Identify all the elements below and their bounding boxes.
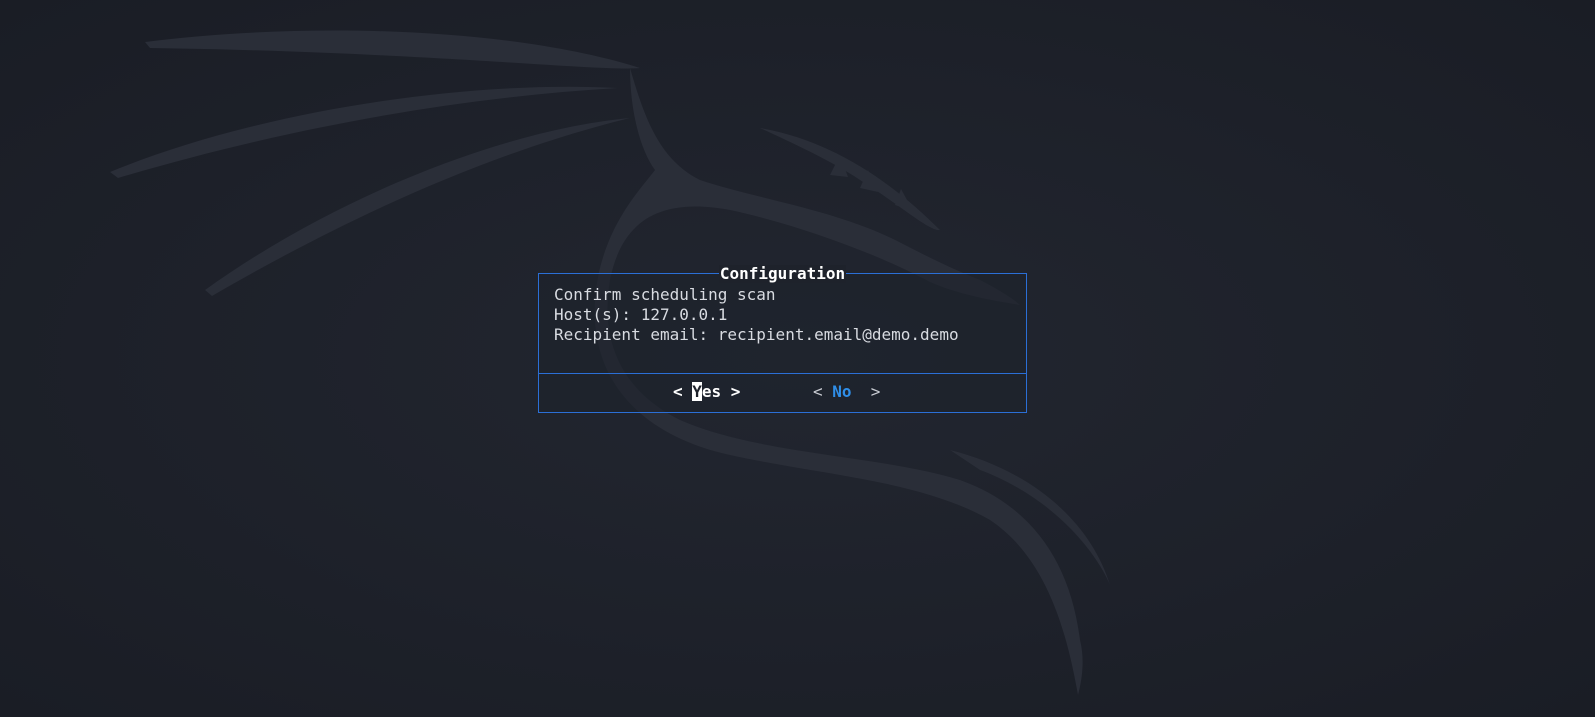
dialog-message: Confirm scheduling scan Host(s): 127.0.0.… (554, 285, 1011, 345)
yes-button-label-rest: es (701, 382, 722, 401)
dialog-button-row: < Yes > < No > (539, 378, 1026, 406)
yes-button-right-bracket: > (721, 382, 741, 401)
message-line-confirm: Confirm scheduling scan (554, 285, 776, 304)
yes-button[interactable]: < Yes > (673, 378, 740, 406)
no-button-right-bracket: > (851, 382, 881, 401)
no-button-left-bracket: < (813, 382, 833, 401)
dialog-title-bar: Configuration (539, 265, 1026, 283)
message-line-recipient: Recipient email: recipient.email@demo.de… (554, 325, 959, 344)
yes-button-left-bracket: < (673, 382, 693, 401)
no-button[interactable]: < No > (813, 378, 880, 406)
dialog-title: Configuration (718, 264, 847, 283)
no-button-label: No (832, 382, 852, 401)
confirm-dialog: Configuration Confirm scheduling scan Hos… (538, 265, 1027, 413)
dialog-divider (539, 373, 1026, 374)
message-line-hosts: Host(s): 127.0.0.1 (554, 305, 728, 324)
yes-button-hotkey: Y (692, 382, 702, 401)
